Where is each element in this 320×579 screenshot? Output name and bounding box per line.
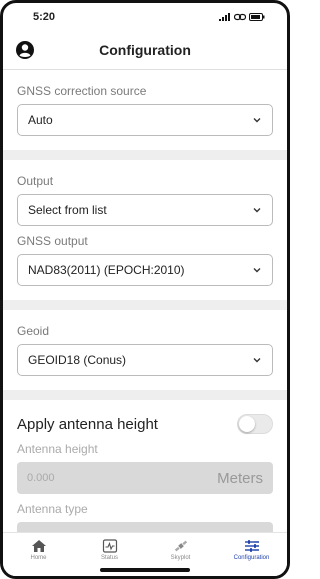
tab-configuration-label: Configuration: [233, 555, 270, 561]
battery-icon: [249, 13, 265, 21]
antenna-height-value: 0.000: [27, 472, 55, 484]
output-value: Select from list: [28, 203, 107, 217]
sliders-icon: [244, 540, 259, 552]
home-icon: [31, 540, 46, 552]
phone-screen: 5:20 Configuration GNSS correction sourc…: [0, 0, 290, 579]
tab-configuration[interactable]: Configuration: [222, 539, 282, 561]
output-select[interactable]: Select from list: [17, 194, 273, 226]
chevron-down-icon: [253, 208, 261, 213]
status-icon: [102, 539, 117, 553]
output-label: Output: [17, 174, 54, 188]
tab-home[interactable]: Home: [9, 539, 69, 561]
apply-antenna-height-row: Apply antenna height: [17, 414, 273, 434]
section-divider: [3, 300, 287, 310]
status-bar: 5:20: [3, 3, 287, 31]
antenna-type-select[interactable]: [17, 522, 273, 532]
antenna-type-label: Antenna type: [17, 502, 88, 516]
app-header: Configuration: [3, 31, 287, 70]
tab-skyplot[interactable]: Skyplot: [151, 539, 211, 561]
geoid-select[interactable]: GEOID18 (Conus): [17, 344, 273, 376]
gnss-correction-select[interactable]: Auto: [17, 104, 273, 136]
gnss-correction-label: GNSS correction source: [17, 84, 147, 98]
chevron-down-icon: [253, 358, 261, 363]
gnss-output-select[interactable]: NAD83(2011) (EPOCH:2010): [17, 254, 273, 286]
gnss-output-label: GNSS output: [17, 234, 88, 248]
antenna-height-label: Antenna height: [17, 442, 98, 456]
chevron-down-icon: [253, 118, 261, 123]
apply-antenna-height-label: Apply antenna height: [17, 415, 158, 433]
page-title: Configuration: [99, 42, 191, 58]
account-icon[interactable]: [15, 40, 35, 60]
section-divider: [3, 150, 287, 160]
antenna-height-input[interactable]: 0.000 Meters: [17, 462, 273, 494]
toggle-knob: [239, 416, 255, 432]
status-icons: [219, 13, 265, 21]
status-time: 5:20: [33, 11, 56, 23]
tab-status[interactable]: Status: [80, 539, 140, 561]
section-divider: [3, 390, 287, 400]
link-icon: [234, 13, 246, 21]
gnss-output-value: NAD83(2011) (EPOCH:2010): [28, 263, 185, 277]
tab-home-label: Home: [30, 555, 47, 561]
settings-content[interactable]: GNSS correction source Auto Output Selec…: [3, 70, 287, 532]
geoid-label: Geoid: [17, 324, 50, 338]
signal-icon: [219, 13, 230, 21]
bottom-tab-bar: Home Status Skyplot Configuration: [3, 532, 287, 576]
gnss-correction-value: Auto: [28, 113, 53, 127]
antenna-height-unit: Meters: [217, 469, 263, 487]
chevron-down-icon: [253, 268, 261, 273]
geoid-value: GEOID18 (Conus): [28, 353, 127, 367]
satellite-icon: [174, 540, 187, 552]
apply-antenna-height-toggle[interactable]: [237, 414, 273, 434]
tab-status-label: Status: [100, 555, 118, 561]
home-indicator: [100, 568, 190, 572]
tab-skyplot-label: Skyplot: [170, 555, 191, 561]
